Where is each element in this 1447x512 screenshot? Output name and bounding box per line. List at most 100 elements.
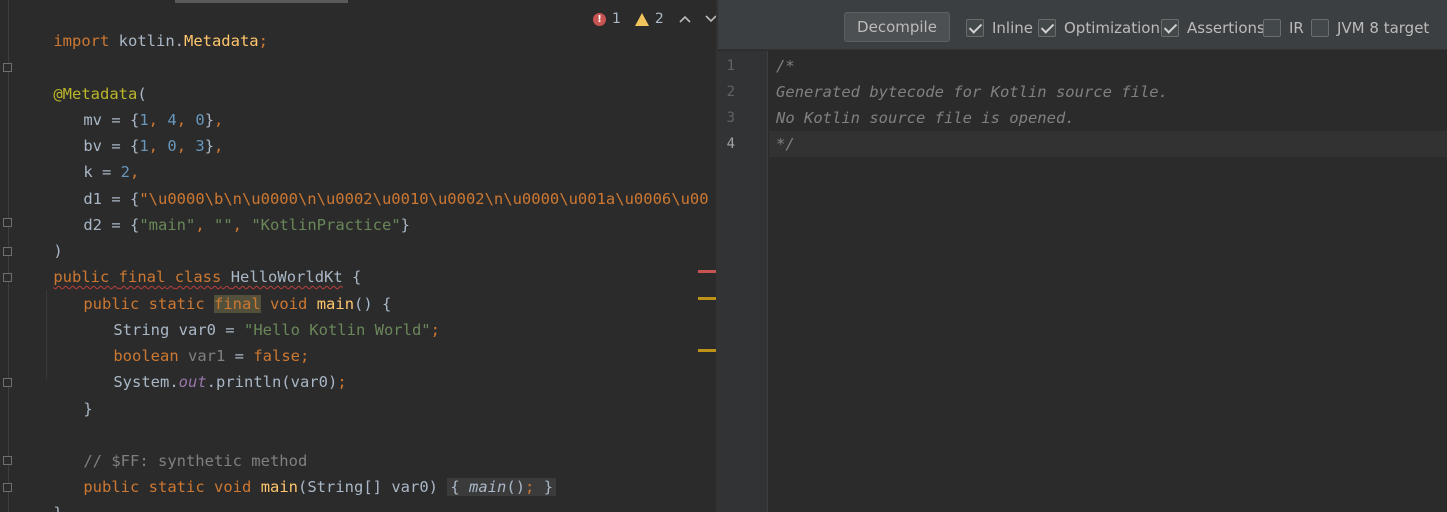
inline-option[interactable]: Inline xyxy=(966,18,1033,38)
number: 3 xyxy=(195,137,205,155)
number: 1 xyxy=(139,137,149,155)
code-line-13: boolean var1 = false; xyxy=(76,317,309,365)
semicolon: ; xyxy=(525,478,535,496)
method-params: (String[] var0) xyxy=(298,478,438,496)
fold-icon[interactable] xyxy=(3,456,12,465)
code-line-1: import kotlin.Metadata; xyxy=(16,2,268,50)
code-line-15: } xyxy=(46,370,92,418)
error-stripe-marker[interactable] xyxy=(698,270,716,273)
static-field: out xyxy=(178,373,207,391)
decompile-button[interactable]: Decompile xyxy=(844,12,950,42)
brace: { xyxy=(450,478,460,496)
keyword: static xyxy=(148,478,205,496)
option-label: IR xyxy=(1289,19,1304,37)
chevron-down-icon[interactable] xyxy=(702,10,716,28)
keyword: import xyxy=(53,32,110,50)
checkbox-icon[interactable] xyxy=(1038,19,1056,37)
code-line-18: public static void main(String[] var0) {… xyxy=(46,448,557,496)
string: "" xyxy=(214,216,233,234)
brace: } xyxy=(543,478,554,496)
bytecode-line: Generated bytecode for Kotlin source fil… xyxy=(776,83,1168,101)
line-number: 3 xyxy=(726,110,735,126)
code-line-7: d1 = {"\u0000\b\n\u0000\n\u0002\u0010\u0… xyxy=(46,160,708,208)
code-line-10: public final class HelloWorldKt { xyxy=(16,238,361,286)
option-label: Optimization xyxy=(1064,19,1160,37)
code-line-5: bv = {1, 0, 3}, xyxy=(46,107,223,155)
call-parens: () xyxy=(506,478,526,496)
line-number: 1 xyxy=(726,58,735,74)
code-line-19: } xyxy=(16,474,62,512)
fold-icon[interactable] xyxy=(3,273,12,282)
warning-stripe-marker[interactable] xyxy=(698,349,716,352)
chevron-up-icon[interactable] xyxy=(676,10,694,28)
bytecode-line: No Kotlin source file is opened. xyxy=(776,109,1075,127)
checkbox-icon[interactable] xyxy=(966,19,984,37)
comma: , xyxy=(232,216,252,234)
bytecode-toolbar: Decompile Inline Optimization Assertions… xyxy=(718,0,1447,50)
bytecode-line: */ xyxy=(776,135,795,153)
error-count: 1 xyxy=(612,11,621,27)
semicolon: ; xyxy=(337,373,347,391)
fold-icon[interactable] xyxy=(3,483,12,492)
comma: , xyxy=(148,137,168,155)
bytecode-panel: Decompile Inline Optimization Assertions… xyxy=(718,0,1447,512)
fold-icon[interactable] xyxy=(3,247,12,256)
error-icon[interactable]: ! xyxy=(593,12,606,26)
keyword: void xyxy=(214,478,252,496)
fold-icon[interactable] xyxy=(3,63,12,72)
current-line-highlight xyxy=(769,131,1447,157)
code-line-14: System.out.println(var0); xyxy=(76,343,346,391)
keyword: public xyxy=(83,478,140,496)
comma: , xyxy=(195,216,214,234)
method-call: main xyxy=(469,478,507,496)
folded-body[interactable]: { main(); } xyxy=(447,478,557,496)
package-name: kotlin. xyxy=(109,32,184,50)
optimization-option[interactable]: Optimization xyxy=(1038,18,1160,38)
line-number-gutter: 1 2 3 4 xyxy=(718,51,768,512)
method-name: main xyxy=(260,478,299,496)
code-line-8: d2 = {"main", "", "KotlinPractice"} xyxy=(46,186,410,234)
warning-icon[interactable] xyxy=(634,12,649,26)
brace: } xyxy=(400,216,410,234)
code-line-11: public static final void main() { xyxy=(46,265,391,313)
line-number-current: 4 xyxy=(726,136,735,152)
option-label: JVM 8 target xyxy=(1337,19,1430,37)
inspection-widget[interactable]: ! 1 2 xyxy=(585,6,716,32)
checkbox-icon[interactable] xyxy=(1161,19,1179,37)
param-key: d2 = { xyxy=(83,216,140,234)
class-name: Metadata xyxy=(183,32,259,50)
bytecode-line: /* xyxy=(776,57,795,75)
method-call: .println(var0) xyxy=(206,373,338,391)
warning-stripe-marker[interactable] xyxy=(698,297,716,300)
brace: } xyxy=(53,504,62,512)
editor-gutter-line xyxy=(8,0,9,512)
comma: , xyxy=(176,137,196,155)
fold-icon[interactable] xyxy=(3,218,12,227)
number: 0 xyxy=(167,137,177,155)
warning-count: 2 xyxy=(654,11,664,27)
option-label: Assertions xyxy=(1187,19,1265,37)
class-ref: System. xyxy=(113,373,179,391)
option-label: Inline xyxy=(992,19,1034,37)
string: "KotlinPractice" xyxy=(251,216,401,234)
code-line-12: String var0 = "Hello Kotlin World"; xyxy=(76,291,440,339)
code-editor-left[interactable]: import kotlin.Metadata; ! 1 2 @Metadata(… xyxy=(0,0,716,512)
brace: } xyxy=(83,400,93,418)
checkbox-icon[interactable] xyxy=(1263,19,1281,37)
code-line-17: // $FF: synthetic method xyxy=(46,422,307,470)
comma: , xyxy=(214,137,224,155)
code-line-9: ) xyxy=(16,212,62,260)
semicolon: ; xyxy=(430,321,440,339)
code-line-4: mv = {1, 4, 0}, xyxy=(46,81,223,129)
fold-icon[interactable] xyxy=(3,378,12,387)
ir-option[interactable]: IR xyxy=(1263,18,1304,38)
checkbox-icon[interactable] xyxy=(1311,19,1329,37)
semicolon: ; xyxy=(258,32,268,50)
assertions-option[interactable]: Assertions xyxy=(1161,18,1265,38)
code-line-3: @Metadata( xyxy=(16,55,146,103)
jvm8-target-option[interactable]: JVM 8 target xyxy=(1311,18,1429,38)
brace: } xyxy=(204,137,215,155)
code-line-6: k = 2, xyxy=(46,133,139,181)
line-number: 2 xyxy=(726,84,735,100)
string: "main" xyxy=(139,216,196,234)
